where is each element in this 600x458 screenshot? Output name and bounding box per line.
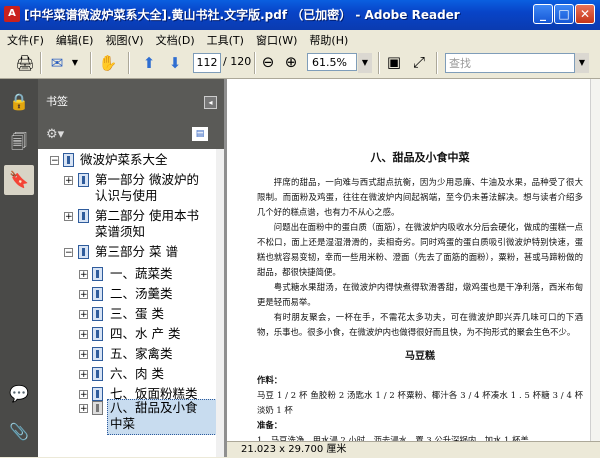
menu-edit[interactable]: 编辑(E) [49, 30, 99, 48]
bookmark-item[interactable]: 微波炉菜系大全 [80, 152, 168, 168]
page-number-input[interactable]: 112 [193, 53, 221, 73]
expand-icon[interactable]: + [79, 404, 88, 414]
search-dropdown-icon[interactable]: ▼ [575, 53, 589, 73]
bookmark-item[interactable]: 第二部分 使用本书 [95, 208, 199, 224]
bookmark-icon [78, 209, 89, 223]
minimize-icon[interactable]: _ [533, 4, 553, 24]
expand-icon[interactable]: + [64, 212, 73, 222]
bookmark-icon [92, 327, 103, 341]
page-size-label: 21.023 x 29.700 厘米 [241, 444, 347, 455]
prep-label: 准备： [257, 420, 283, 430]
recipe-title: 马豆糕 [405, 351, 435, 362]
bookmarks-scrollbar[interactable] [216, 149, 224, 457]
bookmark-icon [92, 367, 103, 381]
expand-icon[interactable]: + [79, 390, 88, 400]
bookmark-item[interactable]: 一、蔬菜类 [110, 266, 173, 282]
bookmark-item[interactable]: 五、家禽类 [110, 346, 173, 362]
next-page-icon[interactable]: ⬇ [164, 53, 186, 73]
chevron-down-icon[interactable]: ▼ [64, 53, 86, 73]
expand-icon[interactable]: + [79, 270, 88, 280]
status-bar: 21.023 x 29.700 厘米 [227, 441, 600, 458]
expand-icon[interactable]: + [79, 330, 88, 340]
bookmarks-tools: ⚙▾ ▤ [38, 121, 224, 149]
expand-bookmark-icon[interactable]: ▤ [192, 127, 208, 141]
bookmarks-header: 书签 ◂ [38, 79, 224, 121]
collaborate-icon[interactable]: ✋ [97, 53, 119, 73]
menu-tools[interactable]: 工具(T) [200, 30, 249, 48]
collapse-panel-icon[interactable]: ◂ [204, 96, 217, 109]
bookmark-icon [63, 153, 74, 167]
menu-document[interactable]: 文档(D) [149, 30, 200, 48]
paragraph: 有时朋友聚会，一杯在手，不需花太多功夫，可在微波炉即兴弄几味可口的下酒物，乐事也… [257, 312, 583, 337]
gear-icon[interactable]: ⚙▾ [46, 127, 64, 142]
expand-icon[interactable]: + [64, 176, 73, 186]
menu-bar: 文件(F) 编辑(E) 视图(V) 文档(D) 工具(T) 窗口(W) 帮助(H) [0, 30, 600, 48]
close-icon[interactable]: ✕ [575, 4, 595, 24]
document-scrollbar[interactable] [590, 79, 600, 441]
adobe-reader-icon: A [4, 6, 20, 22]
zoom-in-icon[interactable]: ⊕ [280, 52, 302, 72]
zoom-dropdown-icon[interactable]: ▼ [358, 53, 372, 73]
expand-icon[interactable]: + [79, 370, 88, 380]
bookmark-item-cont[interactable]: 中菜 [110, 416, 135, 432]
previous-page-icon[interactable]: ⬆ [138, 53, 160, 73]
bookmarks-title: 书签 [46, 95, 68, 108]
bookmark-icon [92, 267, 103, 281]
fit-width-icon[interactable]: ⤢ [408, 52, 430, 72]
bookmark-item[interactable]: 第一部分 微波炉的 [95, 172, 199, 188]
bookmark-item-selected[interactable]: 八、甜品及小食 [110, 400, 198, 416]
zoom-out-icon[interactable]: ⊖ [257, 52, 279, 72]
bookmark-icon [92, 287, 103, 301]
section-heading: 八、甜品及小食中菜 [370, 151, 470, 164]
print-icon[interactable]: 🖨 [14, 53, 36, 73]
bookmark-item-cont[interactable]: 认识与使用 [95, 188, 158, 204]
menu-window[interactable]: 窗口(W) [249, 30, 302, 48]
bookmark-item[interactable]: 三、蛋 类 [110, 306, 164, 322]
bookmark-item[interactable]: 二、汤羹类 [110, 286, 173, 302]
collapse-icon[interactable]: − [50, 156, 59, 166]
maximize-icon[interactable]: □ [554, 4, 574, 24]
navigation-rail: 🔒 🗐 🔖 💬 📎 [0, 79, 38, 457]
window-title: [中华菜谱微波炉菜系大全].黄山书社.文字版.pdf （已加密） - Adobe… [24, 8, 460, 22]
expand-icon[interactable]: + [79, 310, 88, 320]
ingredients: 马豆 1 / 2 杯 鱼胶粉 2 汤匙水 1 / 2 杯粟粉、椰汁各 3 / 4… [257, 390, 583, 415]
menu-view[interactable]: 视图(V) [98, 30, 148, 48]
zoom-input[interactable]: 61.5% [307, 53, 357, 71]
paragraph: 抨席的甜品，一向难与西式甜点抗衡，因为少用忌廉、牛油及水果，品种受了很大限制。而… [257, 177, 583, 217]
ingredients-label: 作料： [257, 375, 283, 385]
bookmarks-panel: 书签 ◂ ⚙▾ ▤ − 微波炉菜系大全 + 第一部分 微波炉的 认识与使用 + … [38, 79, 224, 457]
collapse-icon[interactable]: − [64, 248, 73, 258]
expand-icon[interactable]: + [79, 350, 88, 360]
search-input[interactable]: 查找 [445, 53, 575, 73]
bookmark-icon [92, 347, 103, 361]
bookmark-item[interactable]: 第三部分 菜 谱 [95, 244, 178, 260]
bookmark-icon [92, 387, 103, 401]
page-total: / 120 [223, 55, 252, 68]
bookmark-item[interactable]: 四、水 产 类 [110, 326, 180, 342]
bookmark-item[interactable]: 六、肉 类 [110, 366, 164, 382]
bookmark-item-cont[interactable]: 菜谱须知 [95, 224, 145, 240]
menu-help[interactable]: 帮助(H) [302, 30, 353, 48]
menu-file[interactable]: 文件(F) [0, 30, 49, 48]
bookmark-icon [92, 401, 103, 415]
document-view[interactable]: 八、甜品及小食中菜 抨席的甜品，一向难与西式甜点抗衡，因为少用忌廉、牛油及水果，… [227, 79, 600, 457]
bookmark-icon [78, 173, 89, 187]
pages-icon[interactable]: 🗐 [9, 131, 29, 153]
lock-icon[interactable]: 🔒 [9, 91, 29, 113]
fit-page-icon[interactable]: ▣ [383, 52, 405, 72]
paragraph: 粤式糖水果甜汤，在微波炉内得快煮得软滑香甜，燉鸡蛋也是干净利落，西米布甸更是轻而… [257, 282, 583, 307]
bookmark-icon [92, 307, 103, 321]
comments-icon[interactable]: 💬 [9, 383, 29, 405]
expand-icon[interactable]: + [79, 290, 88, 300]
title-bar: A [中华菜谱微波炉菜系大全].黄山书社.文字版.pdf （已加密） - Ado… [0, 0, 600, 30]
attachments-icon[interactable]: 📎 [9, 421, 29, 443]
bookmark-icon [78, 245, 89, 259]
paragraph: 问题出在面粉中的蛋白质（面筋），在微波炉内吸收水分后会硬化，做成的蛋糕一点不松口… [257, 222, 583, 277]
bookmarks-icon[interactable]: 🔖 [4, 165, 34, 195]
